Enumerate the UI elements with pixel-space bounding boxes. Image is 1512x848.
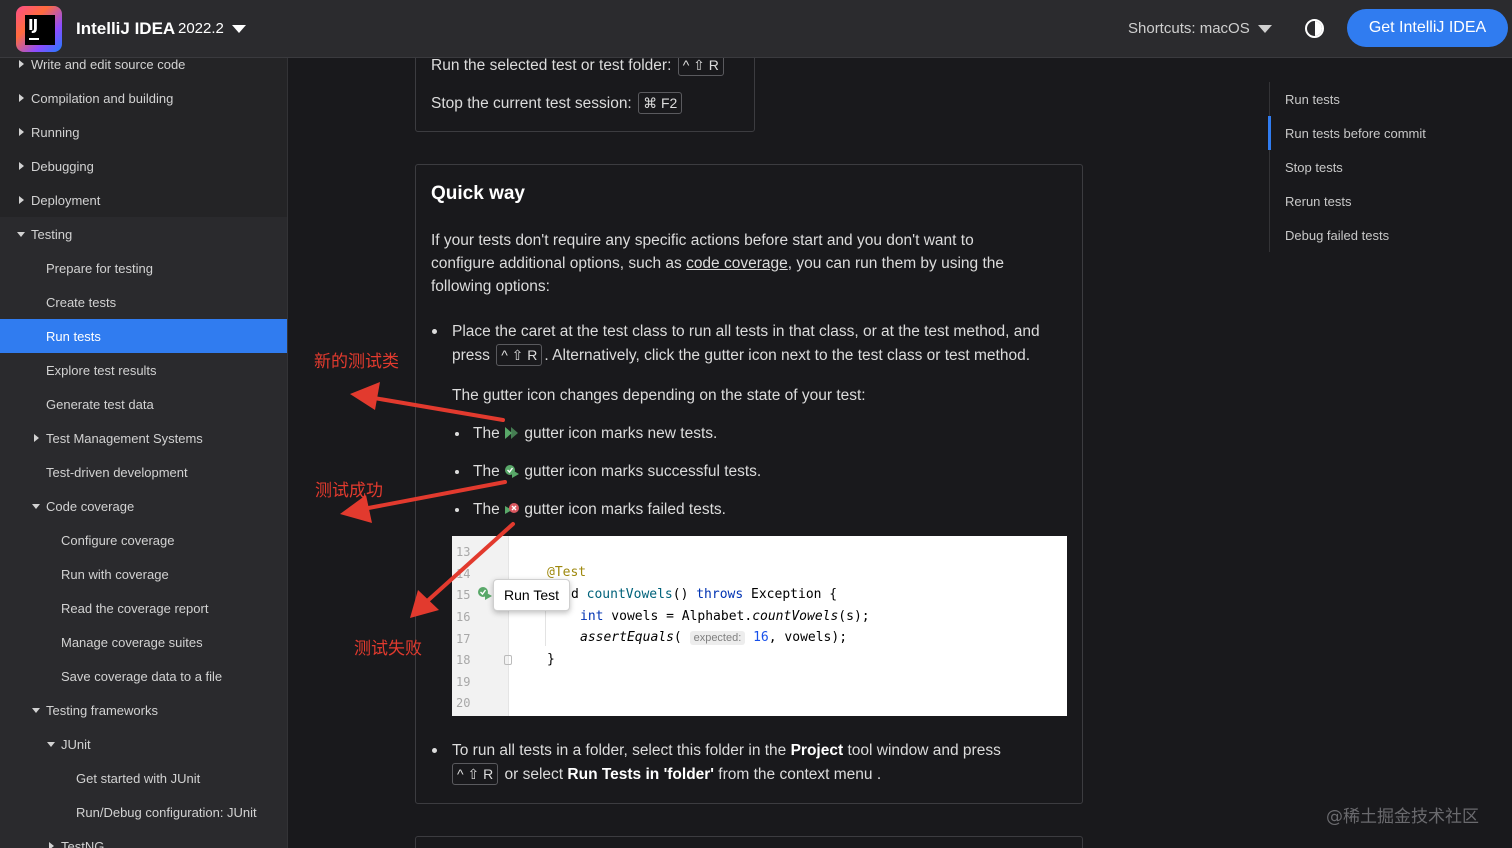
stop-session-row: Stop the current test session: ⌘ F2 [431,92,684,115]
sidebar-item-tms[interactable]: Test Management Systems [0,421,287,455]
toc-item-stop-tests[interactable]: Stop tests [1285,160,1343,175]
sidebar-item-compilation[interactable]: Compilation and building [0,81,287,115]
sidebar-item-generate-data[interactable]: Generate test data [0,387,287,421]
run-success-icon [505,465,520,478]
run-failed-icon [505,503,520,514]
chevron-down-icon [47,741,55,747]
chevron-right-icon [19,196,24,204]
sidebar-item-manage-suites[interactable]: Manage coverage suites [0,625,287,659]
arrow-head [350,382,380,410]
sidebar-item-junit-start[interactable]: Get started with JUnit [0,761,287,795]
shortcut-key: ^ ⇧ R [452,763,499,785]
editor-gutter [452,536,509,716]
sidebar-item-prepare[interactable]: Prepare for testing [0,251,287,285]
sidebar-item-create-tests[interactable]: Create tests [0,285,287,319]
sidebar-item-run-with-coverage[interactable]: Run with coverage [0,557,287,591]
code-line-17: assertEquals( expected: 16, vowels); [580,630,848,645]
top-header: IJ IntelliJ IDEA 2022.2 Shortcuts: macOS… [0,0,1512,58]
sub-bullet-success: The gutter icon marks successful tests. [473,463,762,480]
annotation-new-test: 新的测试类 [314,352,399,372]
version-selector[interactable]: 2022.2 [178,20,224,37]
toc-item-run-tests[interactable]: Run tests [1285,92,1340,107]
toc-item-rerun-tests[interactable]: Rerun tests [1285,194,1351,209]
chevron-right-icon [19,60,24,68]
toc-rail [1269,82,1270,252]
sidebar-item-run-tests[interactable]: Run tests [0,319,287,353]
code-coverage-link[interactable]: code coverage [686,255,788,272]
shortcut-key: ^ ⇧ R [496,344,543,366]
line-number: 13 [456,545,471,559]
chevron-right-icon [19,128,24,136]
line-number: 16 [456,610,471,624]
run-new-icon [505,427,519,439]
get-intellij-button[interactable]: Get IntelliJ IDEA [1347,9,1508,47]
sidebar-item-testing-frameworks[interactable]: Testing frameworks [0,693,287,727]
sidebar-item-explore-results[interactable]: Explore test results [0,353,287,387]
run-success-icon[interactable] [477,586,493,600]
line-number: 19 [456,675,471,689]
code-line-16: int vowels = Alphabet.countVowels(s); [580,609,870,624]
sidebar-item-testng[interactable]: TestNG [0,829,287,848]
intro-paragraph: If your tests don't require any specific… [431,232,1005,295]
fold-icon[interactable] [504,655,512,665]
line-number: 18 [456,653,471,667]
bullet-dot [455,508,459,512]
product-name[interactable]: IntelliJ IDEA [76,19,175,39]
code-line-18: } [547,652,555,667]
sidebar-item-write-edit[interactable]: Write and edit source code [0,58,287,81]
annotation-success: 测试成功 [315,481,383,501]
line-number: 20 [456,696,471,710]
toc-item-before-commit[interactable]: Run tests before commit [1285,126,1426,141]
param-hint: expected: [689,631,746,645]
sidebar-item-code-coverage[interactable]: Code coverage [0,489,287,523]
sidebar-item-save-coverage[interactable]: Save coverage data to a file [0,659,287,693]
chevron-down-icon[interactable] [232,25,246,33]
toc-item-debug-failed[interactable]: Debug failed tests [1285,228,1389,243]
sidebar-item-read-report[interactable]: Read the coverage report [0,591,287,625]
bullet-dot [432,748,437,753]
bullet-caret: Place the caret at the test class to run… [452,323,1040,366]
line-number: 15 [456,588,471,602]
sub-bullet-failed: The gutter icon marks failed tests. [473,501,726,518]
sidebar-item-deployment[interactable]: Deployment [0,183,287,217]
annotation-failed: 测试失败 [354,639,422,659]
sidebar-item-running[interactable]: Running [0,115,287,149]
code-annotation: @Test [547,565,587,580]
code-line-15: d countVowels() throws Exception { [571,587,838,602]
theme-toggle-icon[interactable] [1305,19,1324,38]
section-title: Quick way [431,183,525,204]
chevron-down-icon [32,503,40,509]
chevron-down-icon [32,707,40,713]
intellij-logo[interactable]: IJ [16,6,62,52]
line-number: 17 [456,632,471,646]
bullet-dot [455,432,459,436]
shortcut-key: ⌘ F2 [638,92,683,114]
sidebar-item-testing[interactable]: Testing [0,217,287,251]
shortcuts-selector[interactable]: Shortcuts: macOS [1128,20,1250,37]
code-screenshot: 13 14 15 16 17 18 19 20 @Test d countVow… [452,536,1067,716]
chevron-right-icon [34,434,39,442]
bullet-folder: To run all tests in a folder, select thi… [452,742,1001,785]
chevron-down-icon [17,231,25,237]
sidebar-nav: Write and edit source code Compilation a… [0,58,288,848]
bullet-dot [455,470,459,474]
toc-active-indicator [1268,116,1271,150]
watermark: @稀土掘金技术社区 [1326,807,1479,827]
sidebar-item-debugging[interactable]: Debugging [0,149,287,183]
sidebar-item-configure-coverage[interactable]: Configure coverage [0,523,287,557]
chevron-down-icon[interactable] [1258,25,1272,33]
chevron-right-icon [19,94,24,102]
sub-bullet-new: The gutter icon marks new tests. [473,425,718,442]
next-card [415,836,1083,848]
chevron-right-icon [19,162,24,170]
sidebar-item-junit-config[interactable]: Run/Debug configuration: JUnit [0,795,287,829]
gutter-intro: The gutter icon changes depending on the… [452,387,866,404]
sidebar-item-junit[interactable]: JUnit [0,727,287,761]
line-number: 14 [456,567,471,581]
chevron-right-icon [49,842,54,848]
bullet-dot [432,329,437,334]
run-test-tooltip[interactable]: Run Test [493,579,570,611]
sidebar-item-tdd[interactable]: Test-driven development [0,455,287,489]
